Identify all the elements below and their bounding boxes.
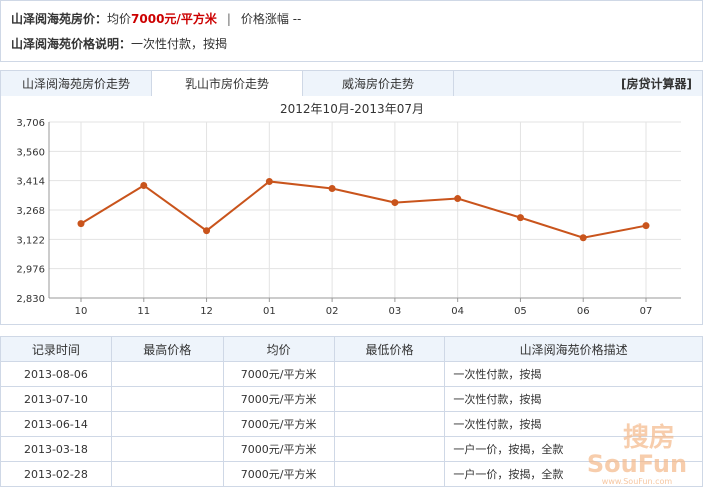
cell-avg: 7000元/平方米 bbox=[222, 461, 335, 487]
table-row: 2013-08-06 7000元/平方米 一次性付款，按揭 bbox=[0, 361, 703, 387]
cell-min bbox=[333, 361, 446, 387]
watermark-cn: 搜房 bbox=[623, 423, 675, 453]
cell-date: 2013-02-28 bbox=[0, 461, 112, 487]
y-tick-label: 3,122 bbox=[16, 235, 45, 246]
y-tick-label: 2,976 bbox=[16, 265, 45, 276]
x-tick-label: 06 bbox=[577, 306, 590, 317]
cell-min bbox=[333, 436, 446, 462]
summary-panel: 山泽阅海苑房价：均价7000元/平方米 | 价格涨幅 -- 山泽阅海苑价格说明：一次… bbox=[0, 0, 703, 62]
tab-project-trend[interactable]: 山泽阅海苑房价走势 bbox=[1, 71, 152, 97]
cell-date: 2013-03-18 bbox=[0, 436, 112, 462]
cell-min bbox=[333, 461, 446, 487]
tab-city-trend[interactable]: 乳山市房价走势 bbox=[152, 71, 303, 98]
x-tick-label: 12 bbox=[200, 306, 213, 317]
cell-date: 2013-07-10 bbox=[0, 386, 112, 412]
data-point bbox=[203, 227, 211, 235]
data-point bbox=[391, 199, 399, 207]
data-point bbox=[642, 222, 650, 230]
chart-title: 2012年10月-2013年07月 bbox=[280, 102, 424, 116]
watermark-url: www.SouFun.com bbox=[602, 477, 673, 486]
cell-max bbox=[110, 461, 224, 487]
tab-bar: 山泽阅海苑房价走势 乳山市房价走势 威海房价走势 [房贷计算器] bbox=[0, 70, 703, 98]
x-tick-label: 05 bbox=[514, 306, 527, 317]
data-point bbox=[140, 181, 148, 189]
watermark-brand: SouFun bbox=[587, 450, 687, 478]
tab-region-trend[interactable]: 威海房价走势 bbox=[303, 71, 454, 97]
desc-value: 一次性付款，按揭 bbox=[131, 37, 228, 51]
cell-max bbox=[110, 386, 224, 412]
desc-label: 山泽阅海苑价格说明： bbox=[11, 37, 132, 51]
y-tick-label: 3,560 bbox=[16, 147, 45, 158]
y-tick-label: 2,830 bbox=[16, 294, 45, 305]
table-header-row: 记录时间 最高价格 均价 最低价格 山泽阅海苑价格描述 bbox=[0, 336, 703, 362]
divider: | bbox=[226, 12, 231, 26]
x-tick-label: 03 bbox=[389, 306, 402, 317]
table-row: 2013-07-10 7000元/平方米 一次性付款，按揭 bbox=[0, 386, 703, 412]
cell-max bbox=[110, 411, 224, 437]
soufun-watermark-logo: 搜房 SouFun www.SouFun.com bbox=[587, 423, 687, 486]
cell-avg: 7000元/平方米 bbox=[222, 411, 335, 437]
cell-avg: 7000元/平方米 bbox=[222, 386, 335, 412]
cell-date: 2013-08-06 bbox=[0, 361, 112, 387]
cell-avg: 7000元/平方米 bbox=[222, 361, 335, 387]
x-tick-label: 04 bbox=[451, 306, 464, 317]
project-name-label: 山泽阅海苑房价： bbox=[11, 12, 108, 26]
data-point bbox=[454, 195, 462, 203]
cell-min bbox=[333, 386, 446, 412]
data-point bbox=[579, 234, 587, 242]
summary-desc-line: 山泽阅海苑价格说明：一次性付款，按揭 bbox=[11, 35, 227, 52]
cell-min bbox=[333, 411, 446, 437]
data-point bbox=[77, 220, 85, 228]
change-label: 价格涨幅 bbox=[240, 12, 289, 26]
x-tick-label: 10 bbox=[75, 306, 88, 317]
data-point bbox=[516, 214, 524, 222]
x-tick-label: 07 bbox=[640, 306, 653, 317]
x-tick-label: 01 bbox=[263, 306, 276, 317]
cell-avg: 7000元/平方米 bbox=[222, 436, 335, 462]
cell-desc: 一次性付款，按揭 bbox=[444, 361, 703, 387]
change-value: -- bbox=[292, 12, 302, 26]
y-tick-label: 3,414 bbox=[16, 177, 45, 188]
summary-price-line: 山泽阅海苑房价：均价7000元/平方米 | 价格涨幅 -- bbox=[11, 10, 301, 27]
price-trend-chart: 2012年10月-2013年07月 3,706 3,560 3,414 3,268 3,1… bbox=[0, 96, 703, 325]
avg-price: 7000元/平方米 bbox=[131, 12, 217, 26]
mortgage-calculator-link[interactable]: [房贷计算器] bbox=[621, 71, 692, 97]
cell-max bbox=[110, 436, 224, 462]
data-point bbox=[265, 177, 273, 185]
data-point bbox=[328, 185, 336, 193]
y-tick-label: 3,268 bbox=[16, 206, 45, 217]
cell-date: 2013-06-14 bbox=[0, 411, 112, 437]
col-record-date: 记录时间 bbox=[0, 336, 112, 362]
col-max-price: 最高价格 bbox=[110, 336, 224, 362]
avg-label: 均价 bbox=[107, 12, 132, 26]
cell-max bbox=[110, 361, 224, 387]
x-tick-label: 02 bbox=[326, 306, 339, 317]
y-tick-label: 3,706 bbox=[16, 118, 45, 129]
col-avg-price: 均价 bbox=[222, 336, 335, 362]
cell-desc: 一次性付款，按揭 bbox=[444, 386, 703, 412]
chart-svg: 2012年10月-2013年07月 3,706 3,560 3,414 3,268 3,1… bbox=[16, 102, 681, 317]
x-tick-label: 11 bbox=[137, 306, 150, 317]
col-description: 山泽阅海苑价格描述 bbox=[444, 336, 703, 362]
col-min-price: 最低价格 bbox=[333, 336, 446, 362]
